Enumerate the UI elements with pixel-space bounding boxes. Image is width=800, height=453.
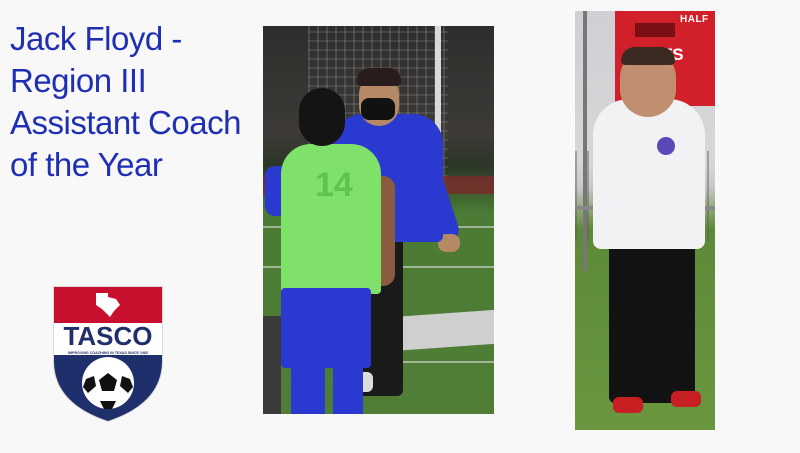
photo-coach-with-player: 14 [263, 26, 494, 414]
player-background [263, 316, 281, 414]
coach-shoe [613, 397, 643, 413]
player-number: 14 [315, 166, 353, 204]
scoreboard-panel [635, 23, 675, 37]
slide: Jack Floyd - Region III Assistant Coach … [0, 0, 800, 453]
logo-name: TASCO [63, 321, 152, 351]
player-sock [291, 368, 325, 414]
slide-title: Jack Floyd - Region III Assistant Coach … [10, 20, 241, 183]
logo-tagline: IMPROVING COACHING IN TEXAS SINCE 1983 [68, 351, 148, 355]
player-shorts [281, 288, 371, 368]
coach-pants [609, 243, 695, 403]
scoreboard-half-label: HALF [680, 14, 709, 25]
coach-mask [361, 98, 395, 120]
player-sock [333, 368, 363, 414]
shirt-logo [657, 137, 675, 155]
coach-hair [621, 47, 675, 65]
photo-coach-portrait: HALF SHOTS [575, 11, 715, 430]
coach-shirt [593, 99, 705, 249]
coach-shoe [671, 391, 701, 407]
player-head [299, 88, 345, 146]
tasco-logo: TASCO IMPROVING COACHING IN TEXAS SINCE … [53, 286, 163, 423]
coach-cap [357, 68, 401, 86]
